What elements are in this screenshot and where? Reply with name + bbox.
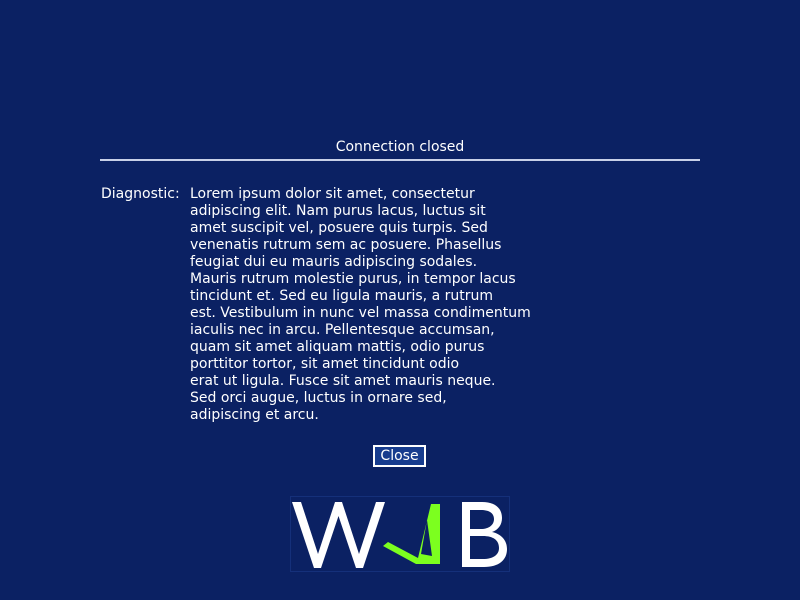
logo-letter-a	[383, 504, 440, 564]
diagnostic-line: erat ut ligula. Fusce sit amet mauris ne…	[190, 373, 496, 389]
diagnostic-line: adipiscing elit. Nam purus lacus, luctus…	[190, 203, 486, 219]
diagnostic-line: porttitor tortor, sit amet tincidunt odi…	[190, 356, 460, 372]
diagnostic-message: Lorem ipsum dolor sit amet, consectetur …	[190, 186, 570, 424]
diagnostic-label: Diagnostic:	[101, 186, 180, 202]
logo-letter-w	[292, 502, 385, 568]
disconnect-screen: Connection closed Diagnostic: Lorem ipsu…	[0, 0, 800, 600]
diagnostic-line: iaculis nec in arcu. Pellentesque accums…	[190, 322, 495, 338]
diagnostic-line: adipiscing et arcu.	[190, 407, 319, 423]
diagnostic-line: Mauris rutrum molestie purus, in tempor …	[190, 271, 516, 287]
dialog-title: Connection closed	[335, 139, 465, 155]
diagnostic-line: tincidunt et. Sed eu ligula mauris, a ru…	[190, 288, 493, 304]
logo-letter-b	[462, 502, 507, 567]
diagnostic-line: venenatis rutrum sem ac posuere. Phasell…	[190, 237, 502, 253]
diagnostic-line: Lorem ipsum dolor sit amet, consectetur	[190, 186, 475, 202]
diagnostic-line: feugiat dui eu mauris adipiscing sodales…	[190, 254, 478, 270]
diagnostic-line: est. Vestibulum in nunc vel massa condim…	[190, 305, 531, 321]
title-divider	[100, 159, 700, 161]
wab-logo	[290, 496, 510, 572]
diagnostic-line: Sed orci augue, luctus in ornare sed,	[190, 390, 447, 406]
diagnostic-line: amet suscipit vel, posuere quis turpis. …	[190, 220, 488, 236]
close-button[interactable]: Close	[373, 445, 426, 467]
diagnostic-line: quam sit amet aliquam mattis, odio purus	[190, 339, 485, 355]
